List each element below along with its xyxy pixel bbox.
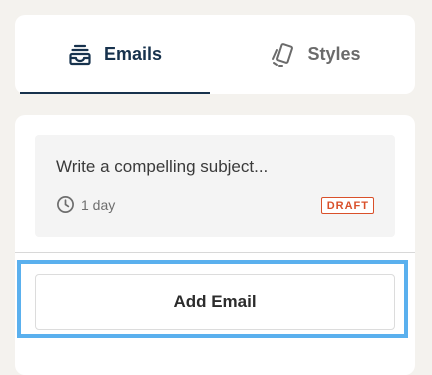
- active-tab-indicator: [20, 92, 210, 94]
- inbox-stack-icon: [68, 43, 92, 67]
- email-delay: 1 day: [56, 195, 115, 214]
- tab-styles-label: Styles: [307, 44, 361, 64]
- add-email-button[interactable]: Add Email: [35, 274, 395, 330]
- tab-bar: Emails Styles: [15, 15, 415, 94]
- tab-emails-label: Emails: [103, 44, 163, 64]
- divider: [15, 252, 415, 253]
- swatch-cards-icon: [269, 42, 295, 68]
- tab-emails[interactable]: Emails: [20, 15, 210, 94]
- email-subject: Write a compelling subject...: [56, 157, 269, 176]
- email-list-item[interactable]: Write a compelling subject... 1 day DRAF…: [35, 135, 395, 237]
- clock-icon: [56, 195, 75, 214]
- tab-styles[interactable]: Styles: [220, 15, 410, 94]
- email-duration: 1 day: [81, 196, 116, 213]
- status-badge: DRAFT: [320, 197, 374, 214]
